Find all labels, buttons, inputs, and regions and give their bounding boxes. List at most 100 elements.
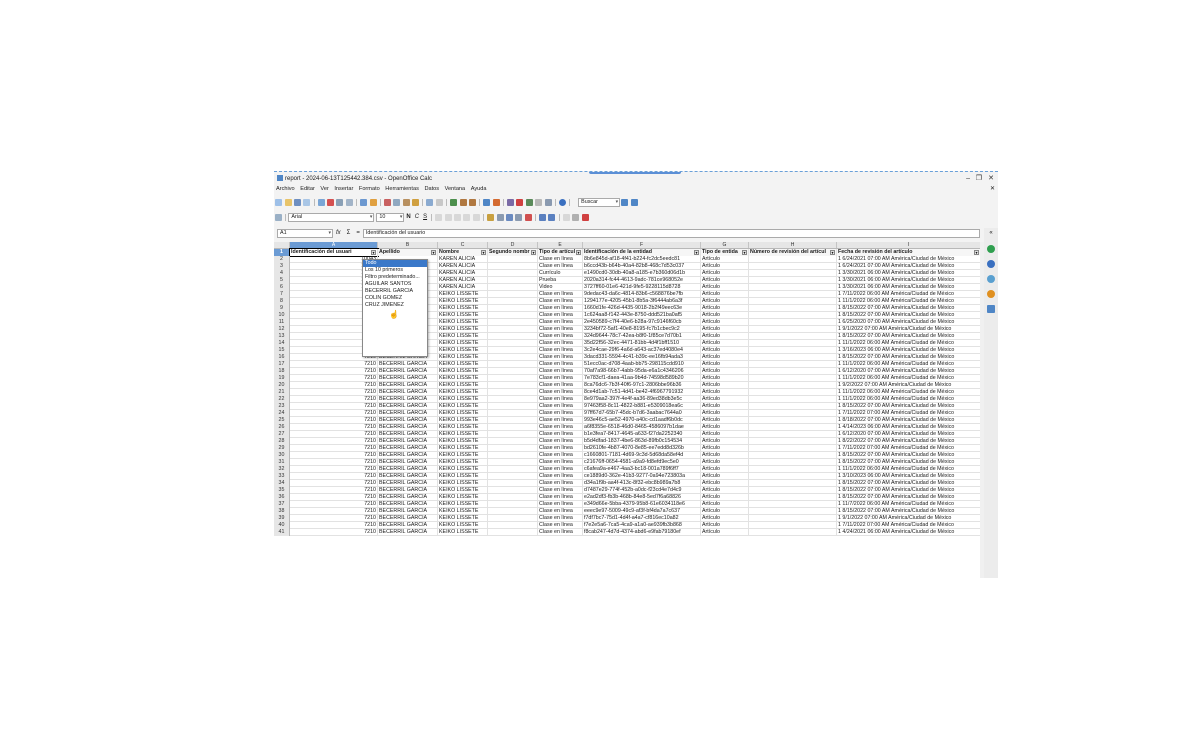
table-cell[interactable]: 7e783cf1-daea-41aa-9b4d-74598d589b20 [583,375,701,382]
table-cell[interactable]: Clase en línea [538,459,583,466]
table-cell[interactable]: Clase en línea [538,494,583,501]
table-cell[interactable]: Clase en línea [538,431,583,438]
maximize-button[interactable]: ❐ [976,174,982,184]
table-cell[interactable] [749,501,837,508]
table-cell[interactable]: Clase en línea [538,529,583,536]
table-cell[interactable]: Clase en línea [538,424,583,431]
column-title-cell[interactable]: Nombre ▾ [438,249,488,256]
table-cell[interactable]: KEIKO LISSETE [438,319,488,326]
table-cell[interactable]: Artículo [701,389,749,396]
table-cell[interactable]: KEIKO LISSETE [438,291,488,298]
table-cell[interactable]: b5d4dfad-1837-4be6-863d-89fb0c154534 [583,438,701,445]
table-cell[interactable]: Clase en línea [538,522,583,529]
datasources-icon[interactable] [535,198,543,206]
table-cell[interactable]: 1 8/18/2022 07:00 AM América/Ciudad de M… [837,417,981,424]
row-number[interactable]: 28 [274,438,290,445]
table-cell[interactable]: Clase en línea [538,466,583,473]
table-cell[interactable] [488,347,538,354]
table-cell[interactable]: 1 3/16/2023 06:00 AM América/Ciudad de M… [837,347,981,354]
table-cell[interactable]: Clase en línea [538,312,583,319]
table-cell[interactable]: BECERRIL GARCIA [378,480,438,487]
table-cell[interactable]: 1 8/22/2022 07:00 AM América/Ciudad de M… [837,438,981,445]
table-cell[interactable]: Clase en línea [538,298,583,305]
table-cell[interactable]: 3dacd331-5594-4c41-b39c-ee16fb94ada3 [583,354,701,361]
table-cell[interactable]: BECERRIL GARCIA [378,410,438,417]
table-cell[interactable]: BECERRIL GARCIA [378,515,438,522]
table-cell[interactable] [488,389,538,396]
font-size-select[interactable]: 10 [376,212,405,222]
find-next-icon[interactable] [621,198,629,206]
table-cell[interactable]: Artículo [701,347,749,354]
table-cell[interactable]: 70af7a98-66b7-4abb-95da-e6a1c4346206 [583,368,701,375]
column-title-cell[interactable]: Número de revisión del artícul ▾ [749,249,837,256]
row-number[interactable]: 11 [274,319,290,326]
table-cell[interactable]: 1 6/12/2020 07:00 AM América/Ciudad de M… [837,368,981,375]
row-number[interactable]: 3 [274,263,290,270]
table-cell[interactable]: 35d22f56-32ec-4471-81bb-4d4f1bff1510 [583,340,701,347]
table-cell[interactable] [749,382,837,389]
row-number[interactable]: 15 [274,347,290,354]
table-cell[interactable] [749,522,837,529]
table-cell[interactable]: 1 3/30/2021 06:00 AM América/Ciudad de M… [837,284,981,291]
table-cell[interactable]: 2020a314-fc44-4613-9adc-781ce968052e [583,277,701,284]
table-cell[interactable]: Artículo [701,522,749,529]
table-cell[interactable]: Artículo [701,515,749,522]
table-cell[interactable]: Artículo [701,305,749,312]
functions-panel-icon[interactable] [987,305,995,313]
table-cell[interactable] [749,333,837,340]
table-cell[interactable]: Artículo [701,480,749,487]
table-cell[interactable] [749,375,837,382]
table-cell[interactable] [749,410,837,417]
row-number[interactable]: 31 [274,459,290,466]
table-cell[interactable]: BECERRIL GARCIA [378,445,438,452]
new-icon[interactable] [275,198,283,206]
table-cell[interactable]: Clase en línea [538,480,583,487]
table-cell[interactable] [749,298,837,305]
autofilter-option[interactable]: Filtro predeterminado... [363,274,427,281]
table-cell[interactable]: 8b6e845d-af18-4f41-b224-fc2dc5eedc81 [583,256,701,263]
row-number[interactable]: 13 [274,333,290,340]
table-cell[interactable]: 7210 [290,452,378,459]
table-cell[interactable]: KEIKO LISSETE [438,438,488,445]
table-cell[interactable]: 7210 [290,375,378,382]
zoom-icon[interactable] [544,198,552,206]
column-header-h[interactable]: H [749,242,837,248]
table-cell[interactable]: Artículo [701,368,749,375]
table-cell[interactable]: 1 11/1/2022 06:00 AM América/Ciudad de M… [837,298,981,305]
table-cell[interactable]: d34a1f9b-aa4f-413c-8f32-ebc8b989a7b8 [583,480,701,487]
table-cell[interactable] [749,417,837,424]
row-number[interactable]: 14 [274,340,290,347]
table-cell[interactable] [488,424,538,431]
table-cell[interactable]: Artículo [701,312,749,319]
table-cell[interactable]: KEIKO LISSETE [438,340,488,347]
menu-archivo[interactable]: Archivo [276,186,295,192]
table-cell[interactable]: c6afea9a-e467-4aa3-bc18-001a789f6ff7 [583,466,701,473]
table-cell[interactable]: 7210 [290,508,378,515]
table-cell[interactable]: Artículo [701,270,749,277]
table-cell[interactable]: BECERRIL GARCIA [378,487,438,494]
table-cell[interactable]: KEIKO LISSETE [438,494,488,501]
table-cell[interactable]: c21676ff-0654-4581-a9a9-fd8efd9ec5e0 [583,459,701,466]
row-number[interactable]: 21 [274,389,290,396]
table-cell[interactable]: 51ecc0ac-d708-4aab-bb75-298115cdd910 [583,361,701,368]
table-cell[interactable] [749,494,837,501]
table-cell[interactable]: 7210 [290,529,378,536]
table-cell[interactable]: a6f8355e-6518-46d0-8465-4586097b1dae [583,424,701,431]
table-cell[interactable]: KEIKO LISSETE [438,396,488,403]
table-cell[interactable]: 1294177e-4205-45b1-8b5a-3f6444ab6a3f [583,298,701,305]
table-cell[interactable] [488,396,538,403]
merge-cells-icon[interactable] [472,213,480,221]
table-cell[interactable] [749,340,837,347]
row-number[interactable]: 7 [274,291,290,298]
table-cell[interactable]: KEIKO LISSETE [438,326,488,333]
table-cell[interactable]: 1 11/1/2022 06:00 AM América/Ciudad de M… [837,340,981,347]
select-all-corner[interactable] [274,242,290,248]
row-number[interactable]: 38 [274,508,290,515]
table-cell[interactable] [749,424,837,431]
table-cell[interactable] [488,515,538,522]
table-cell[interactable]: Clase en línea [538,515,583,522]
column-header-e[interactable]: E [538,242,583,248]
autofilter-button[interactable]: ▾ [481,250,486,255]
table-cell[interactable]: KEIKO LISSETE [438,417,488,424]
column-title-cell[interactable]: Fecha de revisión del artículo ▾ [837,249,981,256]
